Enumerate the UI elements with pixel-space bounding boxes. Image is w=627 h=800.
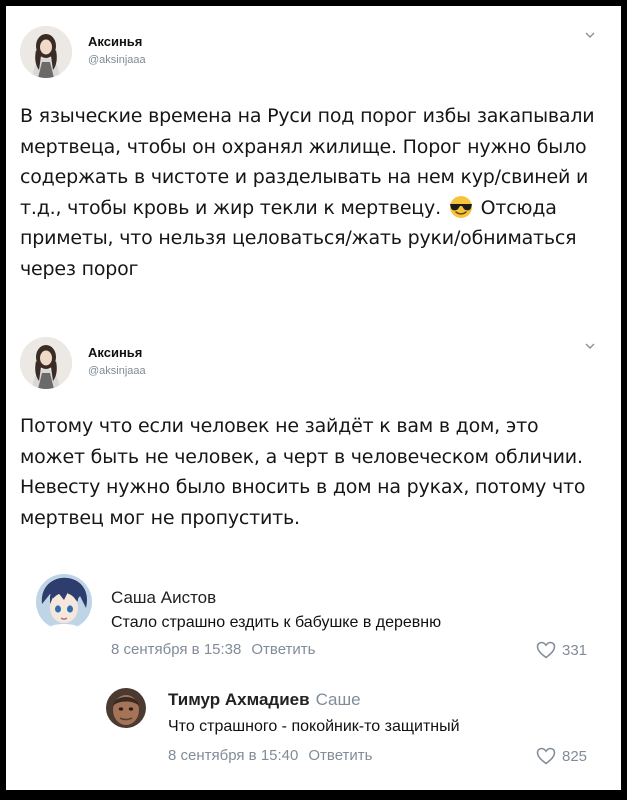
- chevron-down-icon[interactable]: [583, 339, 597, 353]
- avatar[interactable]: [106, 688, 146, 728]
- like-count: 331: [562, 642, 588, 659]
- comment-reply: Тимур Ахмадиев Саше Что страшного - покой…: [106, 688, 606, 778]
- comment-author[interactable]: Саша Аистов: [111, 588, 216, 608]
- smiling-face-with-sunglasses-icon: [449, 195, 472, 218]
- avatar[interactable]: [20, 337, 72, 389]
- tweet-text: В языческие времена на Руси под порог из…: [20, 101, 609, 284]
- reply-button[interactable]: Ответить: [308, 747, 372, 764]
- comment-date[interactable]: 8 сентября в 15:40: [168, 747, 298, 764]
- avatar[interactable]: [36, 574, 92, 630]
- comment-text: Что страшного - покойник-то защитный: [168, 718, 460, 735]
- author-handle[interactable]: @aksinjaaa: [88, 54, 146, 66]
- tweet-header: Аксинья @aksinjaaa: [20, 337, 609, 391]
- like-count: 825: [562, 748, 588, 765]
- tweet-text: Потому что если человек не зайдёт к вам …: [20, 415, 586, 529]
- chevron-down-icon[interactable]: [583, 28, 597, 42]
- comment-meta: 8 сентября в 15:38 Ответить: [111, 641, 315, 658]
- like-button[interactable]: 331: [536, 641, 587, 659]
- comment-author[interactable]: Тимур Ахмадиев Саше: [168, 690, 361, 710]
- comment-author-name[interactable]: Саша Аистов: [111, 588, 216, 607]
- heart-icon: [536, 747, 556, 765]
- comment-author-name[interactable]: Тимур Ахмадиев: [168, 690, 310, 709]
- author-name[interactable]: Аксинья: [88, 345, 142, 360]
- reply-button[interactable]: Ответить: [251, 641, 315, 658]
- screenshot-frame: Аксинья @aksinjaaa В языческие времена н…: [6, 6, 621, 790]
- author-handle[interactable]: @aksinjaaa: [88, 365, 146, 377]
- like-button[interactable]: 825: [536, 747, 587, 765]
- tweet-header: Аксинья @aksinjaaa: [20, 26, 609, 80]
- author-name[interactable]: Аксинья: [88, 34, 142, 49]
- comment-date[interactable]: 8 сентября в 15:38: [111, 641, 241, 658]
- reply-to-label[interactable]: Саше: [316, 690, 361, 709]
- comment-text: Стало страшно ездить к бабушке в деревню: [111, 614, 442, 631]
- heart-icon: [536, 641, 556, 659]
- avatar[interactable]: [20, 26, 72, 78]
- comment: Саша Аистов Стало страшно ездить к бабуш…: [36, 574, 606, 664]
- comment-meta: 8 сентября в 15:40 Ответить: [168, 747, 372, 764]
